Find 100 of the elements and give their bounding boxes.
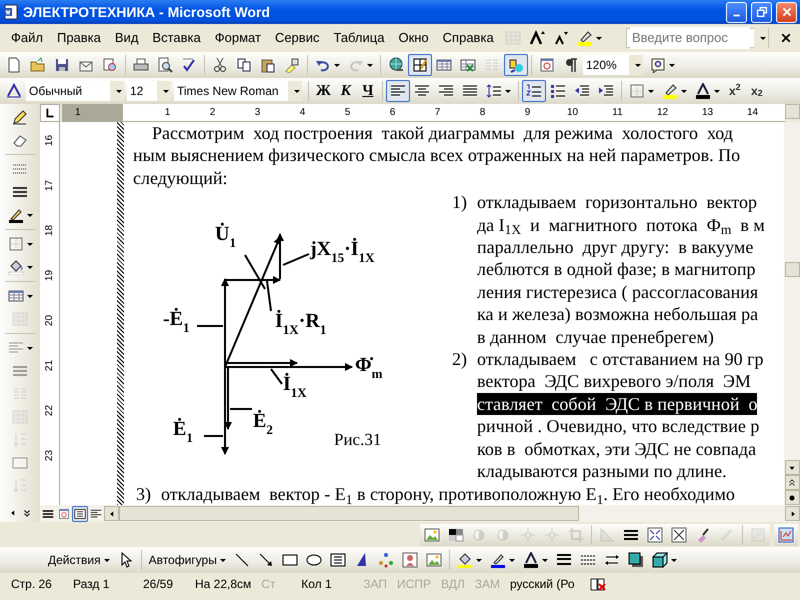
- caret-icon[interactable]: [26, 346, 32, 350]
- font-dropdown[interactable]: Times New Roman: [174, 81, 302, 101]
- caret-icon[interactable]: [669, 64, 675, 66]
- menu-item[interactable]: Окно: [391, 26, 436, 50]
- distribute-rows-icon[interactable]: [12, 363, 28, 379]
- tables-borders-icon[interactable]: [412, 57, 428, 73]
- border-color-icon[interactable]: [8, 207, 24, 223]
- scroll-thumb[interactable]: [119, 506, 579, 522]
- caret-icon[interactable]: [670, 558, 677, 562]
- normal-view-icon[interactable]: [42, 508, 54, 520]
- text-box-icon[interactable]: [330, 552, 346, 568]
- bullets-icon[interactable]: [550, 83, 566, 99]
- rectangle-icon[interactable]: [282, 552, 298, 568]
- outline-view-icon[interactable]: [90, 508, 102, 520]
- spelling-icon[interactable]: [181, 57, 197, 73]
- menu-item[interactable]: Сервис: [268, 26, 326, 50]
- highlight-icon[interactable]: [662, 83, 678, 99]
- caret-icon[interactable]: [680, 90, 687, 92]
- restore-icon[interactable]: [754, 5, 768, 19]
- font-color-icon[interactable]: [694, 83, 711, 99]
- caret-icon[interactable]: [26, 214, 32, 216]
- cut-icon[interactable]: [212, 57, 228, 73]
- italic-button[interactable]: К: [334, 80, 357, 102]
- spelling-status-icon[interactable]: [588, 576, 607, 592]
- caret-icon[interactable]: [26, 294, 32, 298]
- line-spacing-icon[interactable]: [486, 83, 502, 99]
- research-icon[interactable]: [102, 57, 118, 73]
- line-color-icon[interactable]: [490, 552, 506, 568]
- 3d-style-icon[interactable]: [652, 552, 668, 568]
- document-map-icon[interactable]: [539, 57, 555, 73]
- color-icon[interactable]: [448, 526, 464, 542]
- numbering-button[interactable]: [522, 80, 546, 102]
- autofit-icon[interactable]: [12, 455, 28, 471]
- clip-art-icon[interactable]: [402, 552, 418, 568]
- help-icon[interactable]: [650, 57, 666, 73]
- text-wrapping-icon[interactable]: [671, 526, 687, 542]
- restore-button[interactable]: [751, 2, 772, 22]
- compress-pictures-icon[interactable]: [647, 526, 663, 542]
- subscript-button[interactable]: x$_{2}$: [746, 80, 768, 102]
- chart-icon[interactable]: [778, 526, 794, 542]
- oval-icon[interactable]: [306, 552, 322, 568]
- minimize-button[interactable]: [726, 2, 747, 22]
- caret-icon[interactable]: [714, 90, 720, 92]
- numbering-icon[interactable]: [526, 83, 542, 99]
- underline-button[interactable]: Ч: [356, 80, 379, 102]
- close-button[interactable]: [776, 2, 797, 22]
- highlight-icon[interactable]: [576, 30, 593, 46]
- insert-picture-icon[interactable]: [426, 552, 442, 568]
- caret-icon[interactable]: [26, 242, 32, 246]
- caret-icon[interactable]: [26, 266, 32, 268]
- more-buttons-icon[interactable]: [22, 508, 32, 518]
- vertical-scrollbar[interactable]: [784, 122, 800, 506]
- zoom-dropdown[interactable]: 120%: [583, 55, 643, 75]
- shadow-icon[interactable]: [628, 552, 644, 568]
- menu-item[interactable]: Вставка: [145, 26, 208, 50]
- bold-button[interactable]: Ж: [312, 80, 335, 102]
- close-icon[interactable]: [780, 32, 792, 44]
- caret-icon[interactable]: [596, 36, 602, 40]
- menu-item[interactable]: Файл: [4, 26, 50, 50]
- print-preview-icon[interactable]: [157, 57, 173, 73]
- fill-color-icon[interactable]: [8, 259, 24, 275]
- actions-button[interactable]: Действия: [44, 549, 114, 571]
- paste-icon[interactable]: [260, 57, 276, 73]
- format-painter-icon[interactable]: [284, 57, 300, 73]
- new-document-icon[interactable]: [6, 57, 22, 73]
- open-icon[interactable]: [30, 57, 46, 73]
- arrow-style-icon[interactable]: [604, 552, 620, 568]
- merge-cells-icon[interactable]: [12, 311, 28, 327]
- border-icon[interactable]: [628, 83, 645, 99]
- style-dropdown[interactable]: Обычный: [26, 81, 124, 101]
- save-icon[interactable]: [54, 57, 70, 73]
- autoshapes-button[interactable]: Автофигуры: [144, 549, 230, 571]
- pencil-icon[interactable]: [12, 109, 28, 125]
- line-weight-icon[interactable]: [12, 184, 28, 200]
- insert-picture-icon[interactable]: [424, 526, 440, 542]
- border-icon[interactable]: [8, 236, 24, 252]
- horizontal-scrollbar[interactable]: [104, 506, 800, 522]
- scroll-thumb[interactable]: [784, 262, 800, 277]
- font-size-dropdown[interactable]: 12: [127, 81, 171, 101]
- web-view-icon[interactable]: [58, 508, 70, 520]
- caret-icon[interactable]: [648, 90, 654, 92]
- caret-icon[interactable]: [334, 64, 340, 66]
- copy-icon[interactable]: [236, 57, 252, 73]
- align-left-button[interactable]: [386, 80, 410, 102]
- tables-borders-button[interactable]: [408, 54, 432, 76]
- font-color-icon[interactable]: [522, 552, 539, 568]
- insert-table-icon[interactable]: [436, 57, 452, 73]
- help-search-field[interactable]: Введите вопрос: [626, 28, 769, 48]
- line-icon[interactable]: [234, 552, 250, 568]
- show-formatting-icon[interactable]: [563, 57, 579, 73]
- insert-table-icon[interactable]: [8, 288, 24, 304]
- insert-spreadsheet-icon[interactable]: [460, 57, 476, 73]
- caret-icon[interactable]: [476, 558, 482, 562]
- fill-color-icon[interactable]: [456, 552, 473, 568]
- menu-item[interactable]: Правка: [50, 26, 108, 50]
- hyperlink-icon[interactable]: [388, 57, 404, 73]
- line-style-icon[interactable]: [556, 552, 572, 568]
- caret-icon[interactable]: [504, 90, 511, 92]
- menu-item[interactable]: Таблица: [326, 26, 392, 50]
- styles-icon[interactable]: [6, 83, 22, 99]
